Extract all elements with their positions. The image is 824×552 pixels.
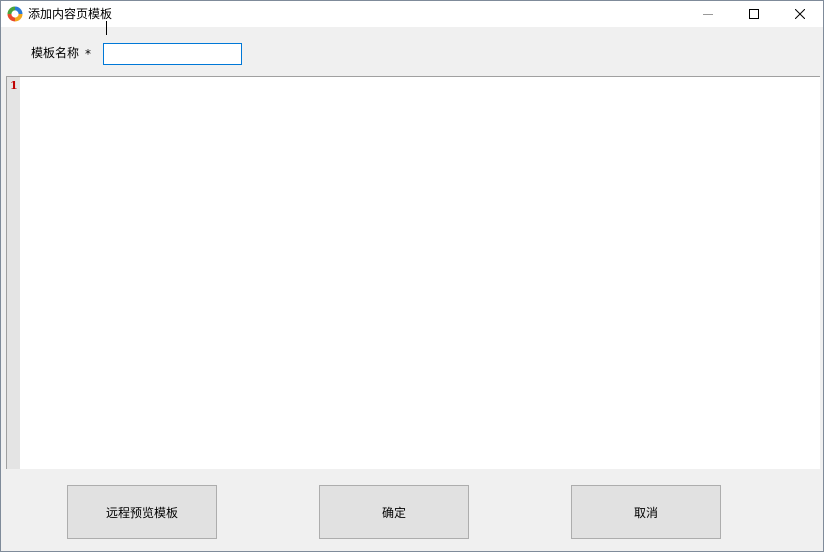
template-name-label: 模板名称 xyxy=(31,46,80,60)
code-text-area[interactable] xyxy=(20,77,820,469)
window-title: 添加内容页模板 xyxy=(28,7,113,21)
close-button[interactable] xyxy=(777,1,823,27)
title-bar[interactable]: 添加内容页模板 xyxy=(1,1,823,27)
maximize-icon xyxy=(749,9,759,19)
dialog-footer: 远程预览模板 确定 取消 xyxy=(1,470,823,551)
close-icon xyxy=(795,9,805,19)
minimize-icon xyxy=(703,14,713,15)
template-name-input[interactable] xyxy=(103,43,242,65)
remote-preview-button[interactable]: 远程预览模板 xyxy=(67,485,217,539)
ok-button[interactable]: 确定 xyxy=(319,485,469,539)
line-number: 1 xyxy=(10,79,18,92)
required-marker: * xyxy=(85,47,91,61)
app-logo-icon xyxy=(7,6,23,22)
text-caret xyxy=(106,21,107,35)
minimize-button[interactable] xyxy=(685,1,731,27)
template-code-editor[interactable]: 1 xyxy=(6,76,820,469)
dialog-window: 添加内容页模板 模板名称 * 1 远程预览模板 确定 取消 xyxy=(0,0,824,552)
maximize-button[interactable] xyxy=(731,1,777,27)
cancel-button[interactable]: 取消 xyxy=(571,485,721,539)
template-name-row: 模板名称 * xyxy=(1,27,823,75)
line-number-gutter: 1 xyxy=(7,77,20,469)
